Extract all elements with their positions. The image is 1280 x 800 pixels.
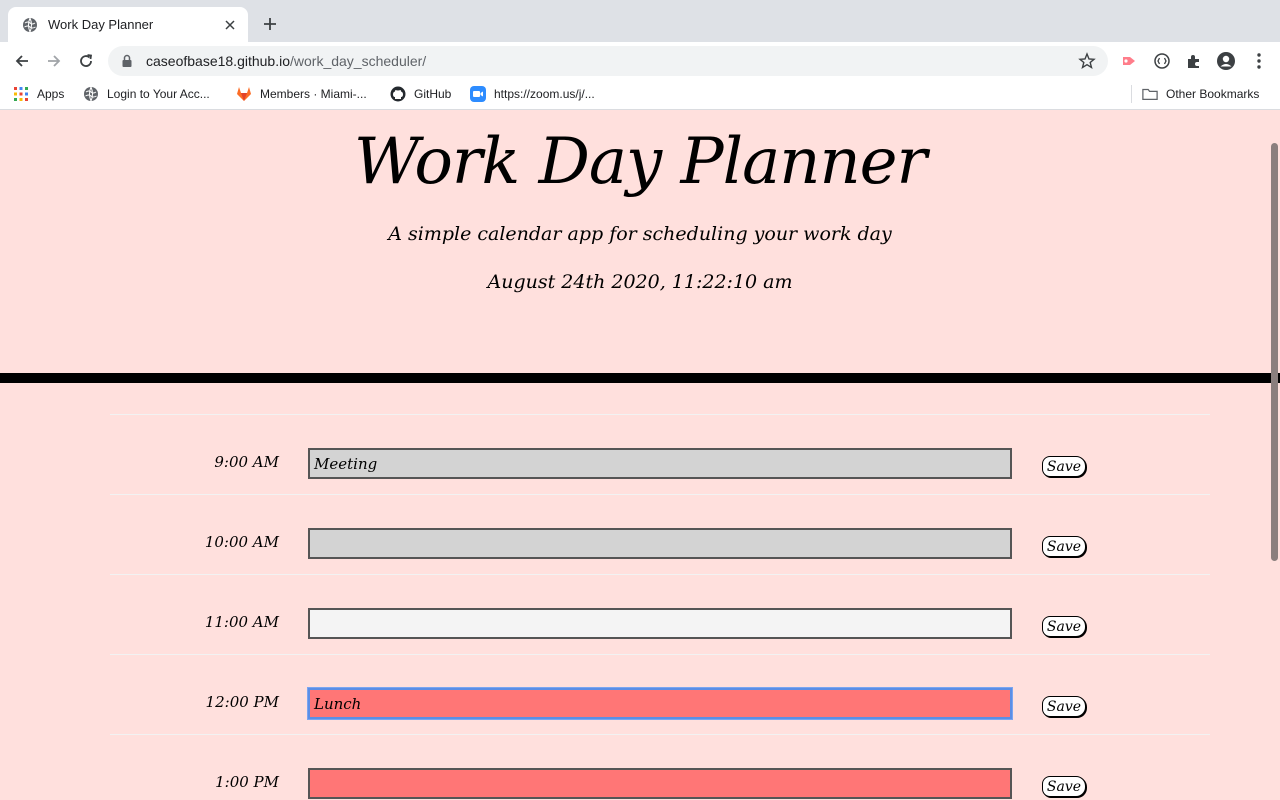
profile-icon[interactable] [1215,50,1237,72]
event-description-input[interactable] [308,608,1012,639]
page-scrollbar[interactable] [1268,111,1280,800]
more-icon[interactable] [1248,50,1270,72]
extension-icon[interactable] [1151,50,1173,72]
browser-tab[interactable]: Work Day Planner [8,7,248,42]
apps-grid-icon [13,86,29,102]
page-viewport: Work Day Planner A simple calendar app f… [0,111,1280,800]
browser-tabstrip: Work Day Planner [0,0,1280,42]
hour-label: 10:00 AM [204,533,279,551]
page-subtitle: A simple calendar app for scheduling you… [388,223,892,245]
hour-label: 11:00 AM [204,613,279,631]
reload-icon[interactable] [75,50,97,72]
bookmark-separator [1131,85,1132,103]
tab-title: Work Day Planner [48,17,154,32]
extension-icon[interactable] [1118,50,1140,72]
event-description-input[interactable] [308,528,1012,559]
star-icon[interactable] [1078,52,1096,70]
save-button[interactable]: Save [1042,616,1086,637]
bookmark-label: Login to Your Acc... [107,87,210,101]
save-button[interactable]: Save [1042,776,1086,797]
current-date-time: August 24th 2020, 11:22:10 am [487,271,793,293]
globe-icon [22,17,38,33]
close-icon[interactable] [222,17,238,33]
bookmark-label: Other Bookmarks [1166,87,1260,101]
bookmark-label: https://zoom.us/j/... [494,87,595,101]
save-button[interactable]: Save [1042,536,1086,557]
bookmark-login[interactable]: Login to Your Acc... [83,84,210,104]
time-block-row: 1:00 PM Save [110,734,1210,800]
folder-icon [1142,86,1158,102]
save-button[interactable]: Save [1042,696,1086,717]
time-block-list: 9:00 AM Meeting Save 10:00 AM Save 11:00… [110,414,1210,800]
bookmark-apps[interactable]: Apps [13,84,64,104]
back-arrow-icon[interactable] [11,50,33,72]
time-block-row: 10:00 AM Save [110,494,1210,574]
plus-icon[interactable] [260,14,280,34]
forward-arrow-icon[interactable] [43,50,65,72]
bookmarks-bar: Apps Login to Your Acc... Members · Miam… [0,79,1280,110]
url-host: caseofbase18.github.io [146,53,290,69]
hour-label: 1:00 PM [215,773,279,791]
url-text: caseofbase18.github.io/work_day_schedule… [146,53,1078,69]
bookmark-label: Apps [37,87,65,101]
header-divider [0,373,1280,383]
time-block-row: 11:00 AM Save [110,574,1210,654]
event-description-input[interactable]: Lunch [308,688,1012,719]
time-block-row: 9:00 AM Meeting Save [110,414,1210,494]
bookmark-members[interactable]: Members · Miami-... [236,84,367,104]
github-icon [390,86,406,102]
header: Work Day Planner A simple calendar app f… [0,111,1268,373]
hour-label: 9:00 AM [214,453,279,471]
zoom-icon [470,86,486,102]
hour-label: 12:00 PM [205,693,279,711]
save-button[interactable]: Save [1042,456,1086,477]
scrollbar-thumb[interactable] [1271,143,1278,561]
bookmark-zoom[interactable]: https://zoom.us/j/... [470,84,595,104]
page-title: Work Day Planner [353,125,927,199]
url-path: /work_day_scheduler/ [290,53,427,69]
bookmark-other[interactable]: Other Bookmarks [1142,84,1259,104]
bookmark-github[interactable]: GitHub [390,84,451,104]
extension-icon[interactable] [1183,50,1205,72]
lock-icon [120,54,134,68]
address-bar[interactable]: caseofbase18.github.io/work_day_schedule… [108,46,1108,76]
event-description-input[interactable] [308,768,1012,799]
gitlab-icon [236,86,252,102]
time-block-row: 12:00 PM Lunch Save [110,654,1210,734]
event-description-input[interactable]: Meeting [308,448,1012,479]
globe-icon [83,86,99,102]
bookmark-label: Members · Miami-... [260,87,367,101]
browser-toolbar: caseofbase18.github.io/work_day_schedule… [0,42,1280,79]
bookmark-label: GitHub [414,87,452,101]
